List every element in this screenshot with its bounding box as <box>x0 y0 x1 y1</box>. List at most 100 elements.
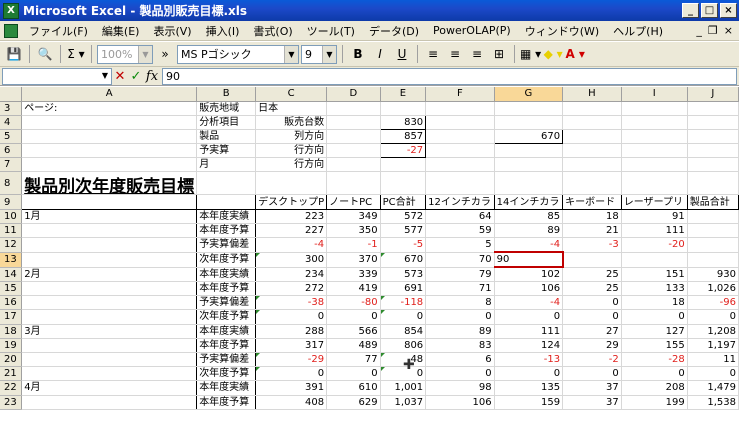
cell[interactable]: 234 <box>255 266 328 282</box>
cell[interactable]: 1,026 <box>686 281 739 297</box>
cell[interactable] <box>494 157 564 173</box>
cell[interactable]: 本年度予算 <box>196 338 257 353</box>
cell[interactable]: 133 <box>620 281 688 297</box>
cell[interactable]: 79 <box>425 266 495 282</box>
cell[interactable]: PC合計 <box>379 194 427 210</box>
row-header[interactable]: 20 <box>0 352 23 368</box>
row-header[interactable]: 22 <box>0 380 23 396</box>
cell[interactable] <box>21 129 198 145</box>
menu-help[interactable]: ヘルプ(H) <box>606 23 670 39</box>
cell[interactable]: 12インチカラ <box>425 194 495 210</box>
cell[interactable]: 行方向 <box>255 143 328 159</box>
cell[interactable]: 489 <box>326 338 381 353</box>
cell[interactable]: 629 <box>326 395 381 410</box>
cell[interactable]: 572 <box>379 208 427 224</box>
row-header[interactable]: 7 <box>0 157 23 173</box>
cell[interactable] <box>686 237 739 253</box>
cell[interactable]: -38 <box>255 295 328 311</box>
cell[interactable] <box>621 129 688 145</box>
cell[interactable] <box>425 129 495 145</box>
menu-format[interactable]: 書式(O) <box>246 23 299 39</box>
cell[interactable] <box>562 157 622 173</box>
cell[interactable] <box>425 143 495 159</box>
cell[interactable]: レーザープリ <box>620 194 688 210</box>
cell[interactable]: 製品合計 <box>686 194 739 210</box>
bold-icon[interactable]: B <box>348 44 368 64</box>
cell[interactable]: -118 <box>379 295 427 311</box>
cell[interactable] <box>621 143 688 159</box>
cell[interactable]: -28 <box>620 352 688 368</box>
cell[interactable] <box>326 143 381 159</box>
cell[interactable]: 0 <box>379 309 427 325</box>
cell[interactable] <box>255 171 328 196</box>
cell[interactable]: 5 <box>425 237 495 253</box>
enter-icon[interactable]: ✓ <box>128 69 144 84</box>
cell[interactable] <box>686 252 739 268</box>
cell[interactable] <box>562 115 622 130</box>
cell[interactable]: 37 <box>562 380 622 396</box>
cell[interactable] <box>562 143 622 159</box>
cell[interactable]: 0 <box>326 366 381 382</box>
cell[interactable] <box>21 309 198 325</box>
cell[interactable]: 18 <box>620 295 688 311</box>
cell[interactable]: 102 <box>493 266 564 282</box>
cell[interactable]: 0 <box>493 309 564 325</box>
cell[interactable] <box>562 171 622 196</box>
cell[interactable]: 288 <box>255 323 328 339</box>
cell[interactable]: 223 <box>255 208 328 224</box>
cell[interactable]: デスクトップP <box>255 194 328 210</box>
cell[interactable]: 77 <box>326 352 381 368</box>
cell[interactable]: 2月 <box>21 266 198 282</box>
row-header[interactable]: 21 <box>0 366 23 382</box>
cell[interactable] <box>326 101 381 116</box>
workbook-icon[interactable] <box>4 23 18 38</box>
column-header-f[interactable]: F <box>425 87 495 102</box>
cell[interactable]: 0 <box>686 366 739 382</box>
column-header-c[interactable]: C <box>255 87 328 102</box>
cell[interactable]: 83 <box>425 338 495 353</box>
row-header[interactable]: 18 <box>0 324 23 339</box>
cell[interactable] <box>687 129 739 145</box>
cell[interactable]: 1,479 <box>686 380 739 396</box>
cell[interactable]: 573 <box>379 266 427 282</box>
menu-view[interactable]: 表示(V) <box>146 23 198 39</box>
cell[interactable] <box>21 157 198 173</box>
menu-tools[interactable]: ツール(T) <box>300 23 362 39</box>
cell[interactable]: -4 <box>255 237 328 253</box>
cell[interactable]: 製品別次年度販売目標 <box>21 171 198 196</box>
cell[interactable]: 350 <box>326 223 381 239</box>
cell[interactable] <box>621 101 688 116</box>
cell[interactable] <box>196 171 257 196</box>
cell[interactable]: 71 <box>425 281 495 297</box>
cell[interactable]: 106 <box>425 395 495 410</box>
cell[interactable] <box>494 171 564 196</box>
cell[interactable]: 227 <box>255 223 328 239</box>
cell[interactable]: 208 <box>620 380 688 396</box>
cell[interactable]: -20 <box>620 237 688 253</box>
cell[interactable]: 本年度実績 <box>196 208 257 224</box>
cell[interactable] <box>21 223 198 239</box>
menu-data[interactable]: データ(D) <box>362 23 426 39</box>
cell[interactable]: 列方向 <box>255 129 328 145</box>
cell[interactable]: ノートPC <box>326 194 381 210</box>
row-header[interactable]: 11 <box>0 223 23 239</box>
cell[interactable]: 89 <box>493 223 564 239</box>
cell[interactable]: -29 <box>255 352 328 368</box>
row-header[interactable]: 19 <box>0 338 23 353</box>
cell[interactable]: 予実算 <box>196 143 257 159</box>
cell[interactable] <box>425 101 495 116</box>
column-header-b[interactable]: B <box>196 87 257 102</box>
cell[interactable]: 1,001 <box>379 380 427 396</box>
cell[interactable]: 124 <box>493 338 564 353</box>
cell[interactable]: 月 <box>196 157 257 173</box>
cell[interactable]: 本年度実績 <box>196 323 257 339</box>
cell[interactable] <box>425 171 495 196</box>
cell-table[interactable]: A B C D E F G H I J 3 ページ: 販売地域 日本 4 分析項目 販売台数… <box>0 87 739 410</box>
cell[interactable] <box>686 208 739 224</box>
cell[interactable]: 98 <box>425 380 495 396</box>
cell[interactable] <box>425 115 495 130</box>
cell[interactable]: 1,197 <box>686 338 739 353</box>
row-header[interactable]: 12 <box>0 237 23 253</box>
cell[interactable] <box>687 143 739 159</box>
cell[interactable]: -13 <box>493 352 564 368</box>
